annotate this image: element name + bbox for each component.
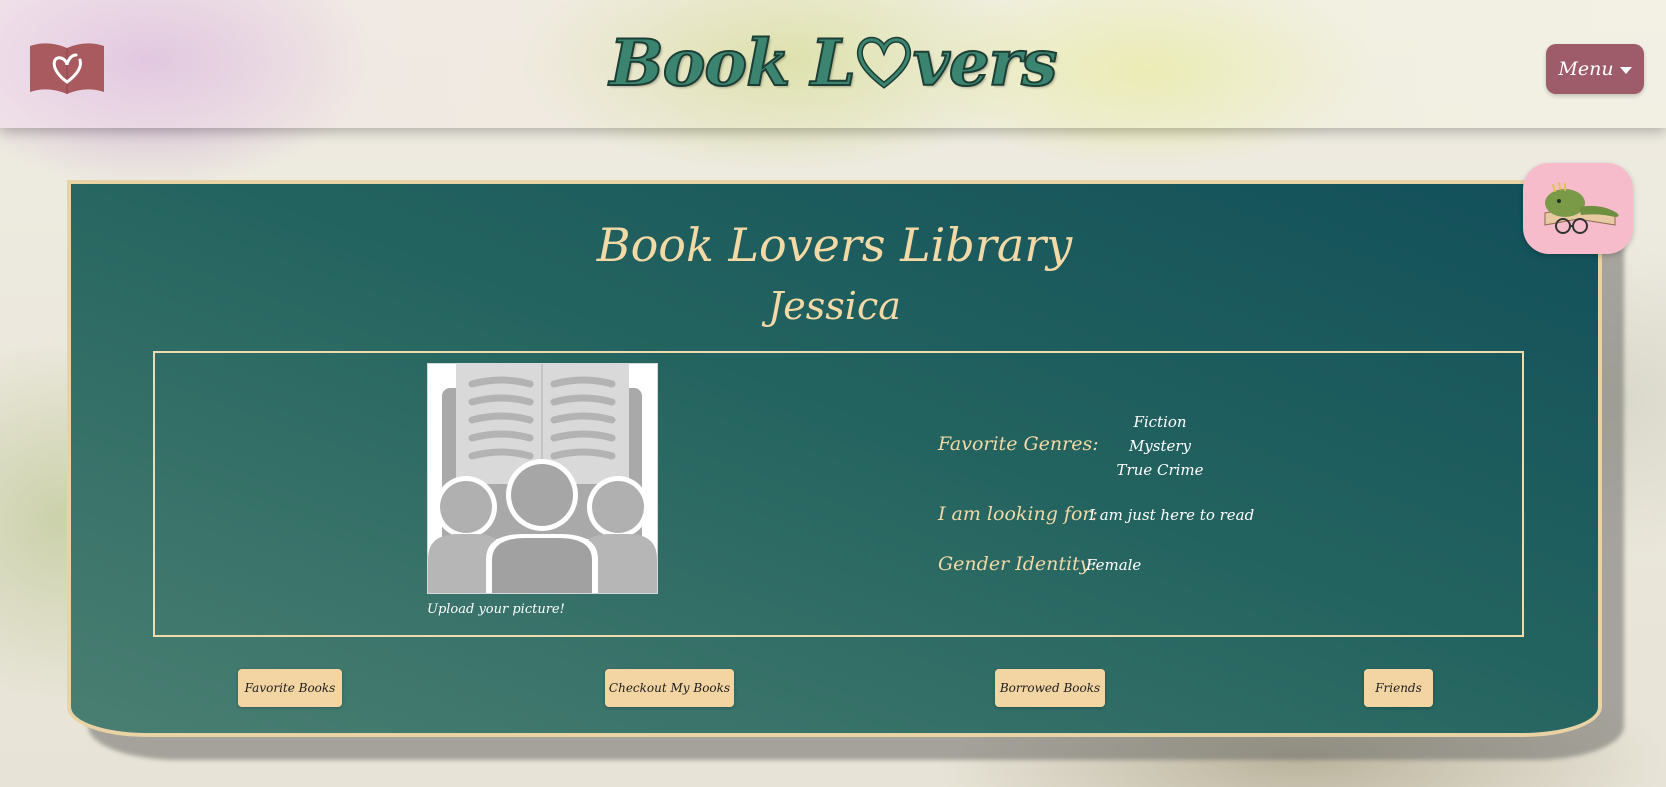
gender-label: Gender Identity: xyxy=(938,553,1097,575)
genre-item: Mystery xyxy=(1128,437,1192,455)
library-card: Book Lovers Library Jessica Upload your … xyxy=(67,180,1602,737)
menu-button[interactable]: Menu xyxy=(1546,44,1644,94)
site-title[interactable]: Book L vers xyxy=(0,25,1666,102)
favorite-books-button[interactable]: Favorite Books xyxy=(238,669,342,707)
site-title-suffix: vers xyxy=(912,25,1059,102)
looking-for-row: I am looking for: xyxy=(938,503,1098,525)
site-header: Book L vers Menu xyxy=(0,0,1666,128)
menu-label: Menu xyxy=(1558,58,1614,80)
user-name: Jessica xyxy=(768,284,901,328)
friends-button[interactable]: Friends xyxy=(1364,669,1433,707)
gender-row: Gender Identity: xyxy=(938,553,1097,575)
looking-for-value: I am just here to read xyxy=(1089,506,1255,524)
checkout-my-books-button[interactable]: Checkout My Books xyxy=(605,669,734,707)
library-title: Book Lovers Library xyxy=(596,218,1073,272)
caret-down-icon xyxy=(1619,66,1632,74)
site-title-prefix: Book L xyxy=(609,25,857,102)
borrowed-books-button[interactable]: Borrowed Books xyxy=(995,669,1105,707)
looking-for-value-row: I am just here to read xyxy=(1089,506,1254,524)
gender-value-row: Female xyxy=(1086,556,1141,574)
looking-for-label: I am looking for: xyxy=(938,503,1098,525)
sleeping-dinosaur-book-icon[interactable] xyxy=(1523,163,1633,254)
genre-item: Fiction xyxy=(1133,413,1187,431)
genre-list: Fiction Mystery True Crime xyxy=(1075,410,1245,482)
genre-item: True Crime xyxy=(1116,461,1204,479)
upload-picture-label[interactable]: Upload your picture! xyxy=(427,602,565,617)
heart-outline-icon xyxy=(855,30,913,89)
profile-box: Upload your picture! Favorite Genres: Fi… xyxy=(153,351,1524,637)
book-club-placeholder-icon[interactable] xyxy=(427,363,658,594)
gender-value: Female xyxy=(1086,556,1142,574)
